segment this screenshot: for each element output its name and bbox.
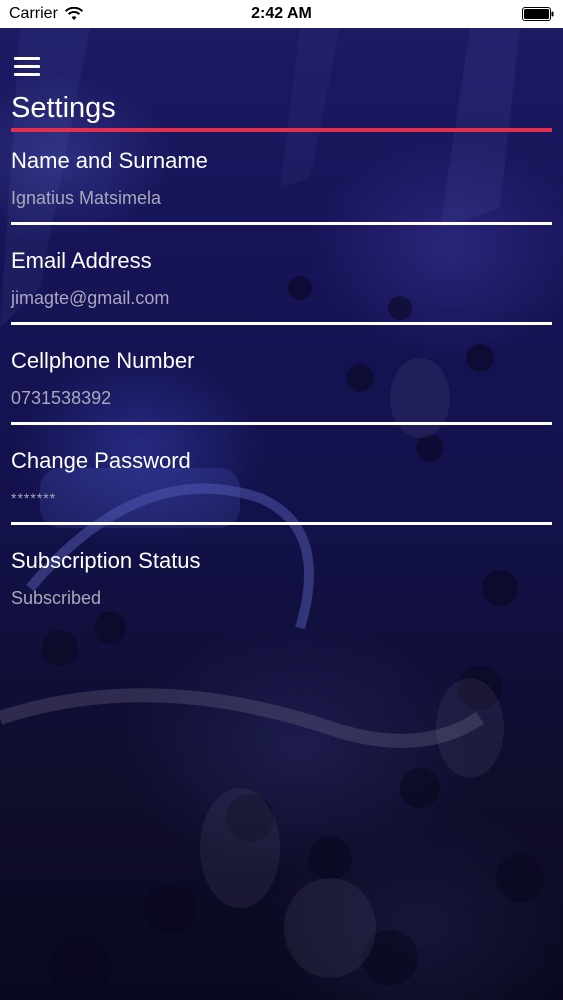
menu-bar-middle bbox=[14, 65, 40, 68]
menu-bar-bottom bbox=[14, 73, 40, 76]
field-value[interactable]: ******* bbox=[11, 490, 56, 506]
field-value[interactable]: jimagte@gmail.com bbox=[11, 288, 169, 309]
field-label: Email Address bbox=[11, 248, 152, 273]
field-label: Name and Surname bbox=[11, 148, 208, 173]
page-title: Settings bbox=[11, 92, 116, 124]
battery-icon bbox=[522, 7, 554, 21]
field-label: Subscription Status bbox=[11, 548, 201, 573]
field-divider bbox=[11, 322, 552, 325]
field-value[interactable]: 0731538392 bbox=[11, 388, 111, 409]
field-divider bbox=[11, 422, 552, 425]
field-label: Change Password bbox=[11, 448, 191, 473]
field-divider bbox=[11, 222, 552, 225]
field-value[interactable]: Ignatius Matsimela bbox=[11, 188, 161, 209]
field-value: Subscribed bbox=[11, 588, 102, 608]
status-bar: Carrier 2:42 AM bbox=[0, 0, 563, 28]
menu-bar-top bbox=[14, 57, 40, 60]
hamburger-menu-icon[interactable] bbox=[14, 57, 42, 79]
field-label: Cellphone Number bbox=[11, 348, 195, 373]
status-time: 2:42 AM bbox=[251, 5, 312, 22]
field-divider bbox=[11, 522, 552, 525]
title-underline bbox=[11, 128, 552, 132]
